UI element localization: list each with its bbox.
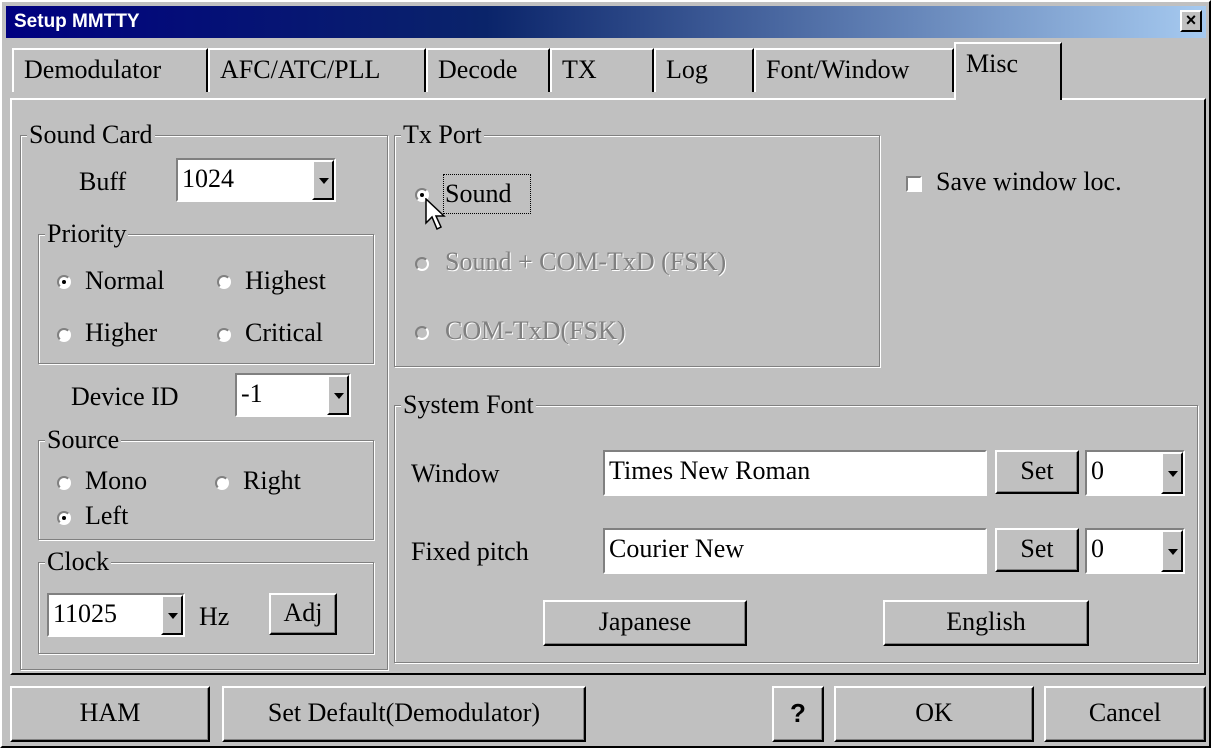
clock-group: Clock 11025 Hz Adj <box>38 546 374 654</box>
cancel-button[interactable]: Cancel <box>1044 686 1206 742</box>
priority-highest-label: Highest <box>245 266 326 295</box>
tx-sound-label: Sound <box>445 179 512 208</box>
clock-select[interactable]: 11025 <box>47 593 185 637</box>
adj-button[interactable]: Adj <box>269 593 337 635</box>
tab-log[interactable]: Log <box>654 48 754 92</box>
radio-tx-sound-com-fsk[interactable] <box>415 257 429 271</box>
source-mono-label: Mono <box>85 466 148 495</box>
priority-normal-label: Normal <box>85 266 165 295</box>
radio-priority-critical[interactable] <box>217 328 231 342</box>
tab-tx[interactable]: TX <box>550 48 654 92</box>
clock-legend: Clock <box>45 546 112 578</box>
ham-button[interactable]: HAM <box>10 686 210 742</box>
sound-card-legend: Sound Card <box>27 119 155 151</box>
window-font-label: Window <box>411 459 500 488</box>
buff-select[interactable]: 1024 <box>176 158 336 202</box>
chevron-down-icon[interactable] <box>1161 452 1183 494</box>
tx-port-group: Tx Port Sound Sound + COM-TxD (FSK) COM-… <box>394 119 880 367</box>
priority-higher-label: Higher <box>85 318 158 347</box>
source-left-label: Left <box>85 501 129 530</box>
tx-com-fsk-label: COM-TxD(FSK) <box>445 316 626 345</box>
radio-priority-normal[interactable] <box>57 275 71 289</box>
window-title: Setup MMTTY <box>14 11 140 32</box>
close-button[interactable]: × <box>1180 10 1202 32</box>
buff-label: Buff <box>79 167 127 196</box>
radio-tx-com-fsk[interactable] <box>415 326 429 340</box>
japanese-button[interactable]: Japanese <box>543 600 747 646</box>
chevron-down-icon[interactable] <box>327 375 349 415</box>
radio-source-mono[interactable] <box>57 476 71 490</box>
tx-sound-com-fsk-label: Sound + COM-TxD (FSK) <box>445 247 727 276</box>
radio-priority-higher[interactable] <box>57 328 71 342</box>
priority-critical-label: Critical <box>245 318 323 347</box>
device-id-select[interactable]: -1 <box>235 373 351 417</box>
save-window-loc-checkbox[interactable] <box>906 176 922 192</box>
close-icon: × <box>1185 10 1197 30</box>
device-id-label: Device ID <box>71 382 179 411</box>
help-button[interactable]: ? <box>772 686 824 742</box>
ok-button[interactable]: OK <box>834 686 1034 742</box>
device-id-value: -1 <box>241 379 263 408</box>
source-legend: Source <box>45 424 122 456</box>
priority-group: Priority Normal Highest Higher Critical <box>38 218 374 364</box>
chevron-down-icon[interactable] <box>312 160 334 200</box>
clock-unit-label: Hz <box>199 602 230 631</box>
set-default-button[interactable]: Set Default(Demodulator) <box>222 686 586 742</box>
tab-demodulator[interactable]: Demodulator <box>12 48 208 92</box>
chevron-down-icon[interactable] <box>161 595 183 635</box>
tx-port-legend: Tx Port <box>401 119 484 151</box>
window-font-set-button[interactable]: Set <box>995 450 1079 494</box>
window-charset-select[interactable]: 0 <box>1085 450 1185 496</box>
sound-card-group: Sound Card Buff 1024 Priority Normal Hig… <box>20 119 388 670</box>
fixed-pitch-charset-select[interactable]: 0 <box>1085 528 1185 574</box>
misc-panel: Sound Card Buff 1024 Priority Normal Hig… <box>10 98 1206 675</box>
system-font-group: System Font Window Times New Roman Set 0… <box>394 389 1198 663</box>
radio-source-right[interactable] <box>215 476 229 490</box>
title-bar[interactable]: Setup MMTTY × <box>6 6 1206 38</box>
tab-afc-atc-pll[interactable]: AFC/ATC/PLL <box>208 48 426 92</box>
tab-font-window[interactable]: Font/Window <box>754 48 954 92</box>
clock-value: 11025 <box>53 599 118 628</box>
fixed-pitch-label: Fixed pitch <box>411 537 529 566</box>
buff-value: 1024 <box>182 164 234 193</box>
chevron-down-icon[interactable] <box>1161 530 1183 572</box>
window-font-field[interactable]: Times New Roman <box>603 450 987 496</box>
source-right-label: Right <box>243 466 301 495</box>
fixed-pitch-set-button[interactable]: Set <box>995 528 1079 572</box>
priority-legend: Priority <box>45 218 129 250</box>
english-button[interactable]: English <box>883 600 1089 646</box>
radio-source-left[interactable] <box>57 511 71 525</box>
window-charset-value: 0 <box>1091 456 1104 485</box>
fixed-pitch-font-field[interactable]: Courier New <box>603 528 987 574</box>
tab-decode[interactable]: Decode <box>426 48 550 92</box>
save-window-loc-label: Save window loc. <box>936 167 1122 196</box>
mouse-cursor-icon <box>425 198 446 231</box>
tab-misc[interactable]: Misc <box>954 42 1062 100</box>
fixed-pitch-charset-value: 0 <box>1091 534 1104 563</box>
source-group: Source Mono Right Left <box>38 424 374 540</box>
system-font-legend: System Font <box>401 389 536 421</box>
radio-priority-highest[interactable] <box>217 275 231 289</box>
setup-dialog: Setup MMTTY × Demodulator AFC/ATC/PLL De… <box>0 0 1211 748</box>
